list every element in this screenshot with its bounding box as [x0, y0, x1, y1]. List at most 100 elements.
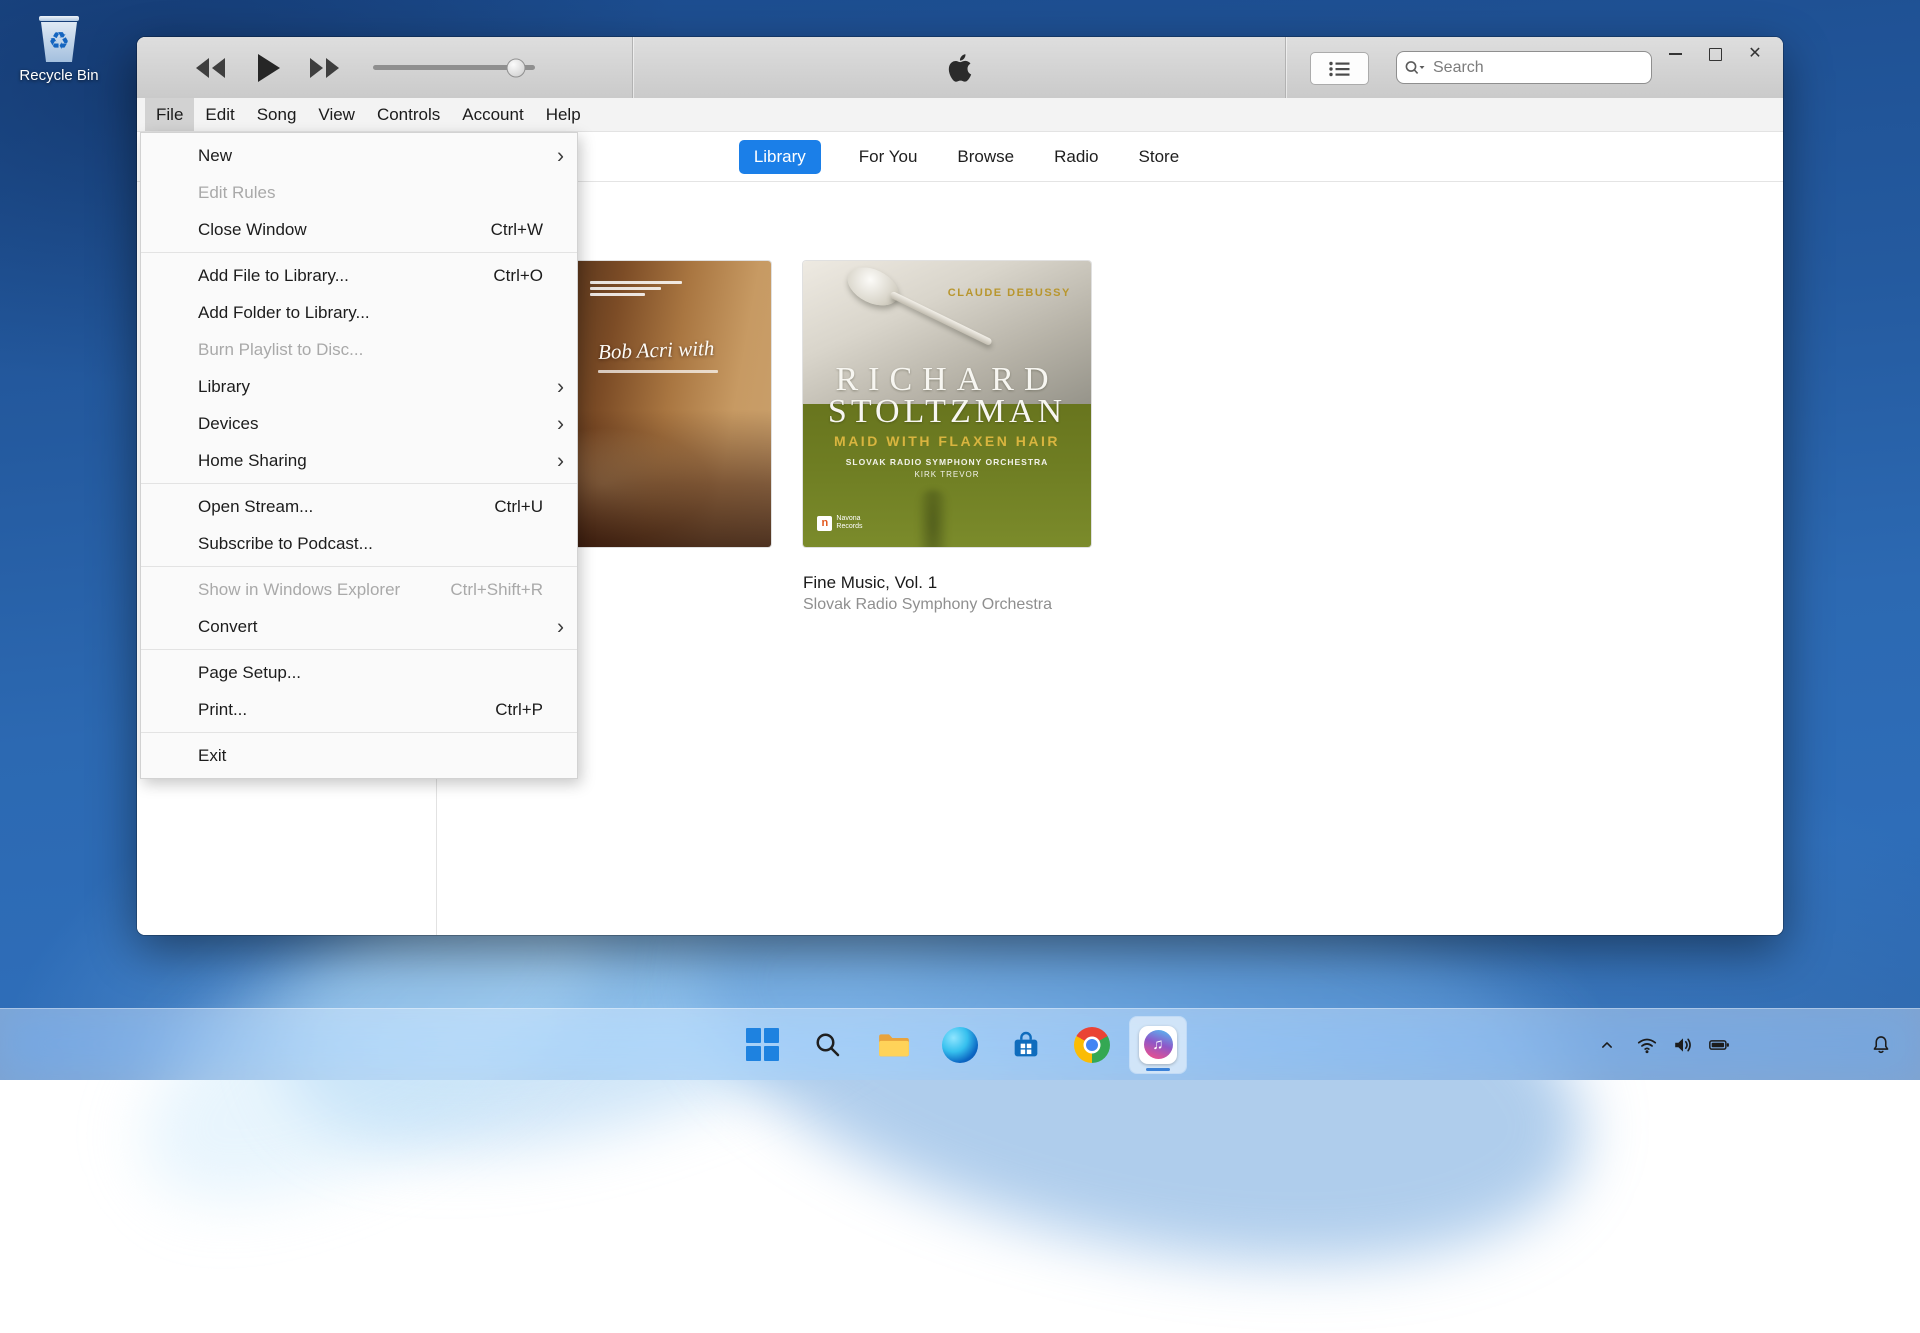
- album-artist[interactable]: Slovak Radio Symphony Orchestra: [803, 596, 1091, 614]
- fast-forward-button[interactable]: [305, 37, 343, 98]
- list-view-icon: [1328, 60, 1352, 78]
- menu-bar: File Edit Song View Controls Account Hel…: [137, 98, 1783, 132]
- menu-item-close-window[interactable]: Close Window Ctrl+W: [141, 211, 577, 248]
- microsoft-store-icon: [1010, 1029, 1042, 1061]
- view-as-list-button[interactable]: [1310, 52, 1369, 85]
- tray-status-cluster[interactable]: [1624, 1021, 1742, 1069]
- record-label-badge: n Navona Records: [817, 515, 878, 531]
- menu-item-home-sharing[interactable]: Home Sharing ›: [141, 442, 577, 479]
- tab-for-you[interactable]: For You: [857, 140, 920, 174]
- file-menu-dropdown: New › Edit Rules Close Window Ctrl+W Add…: [140, 132, 578, 779]
- titlebar-divider: [632, 37, 633, 98]
- cover-album-title: MAID WITH FLAXEN HAIR: [803, 433, 1091, 449]
- menu-item-shortcut: Ctrl+O: [493, 266, 543, 286]
- volume-slider-knob[interactable]: [506, 58, 525, 77]
- cover-small-line: [598, 370, 718, 373]
- minimize-button[interactable]: [1657, 40, 1693, 68]
- chevron-up-icon: [1597, 1035, 1617, 1055]
- play-icon: [257, 54, 281, 82]
- windows-logo-icon: [746, 1028, 779, 1061]
- menu-separator: [141, 252, 577, 253]
- menu-item-label: Home Sharing: [198, 451, 307, 471]
- menu-item-new[interactable]: New ›: [141, 137, 577, 174]
- menu-item-label: Edit Rules: [198, 183, 275, 203]
- menu-item-label: Show in Windows Explorer: [198, 580, 400, 600]
- search-icon: [813, 1030, 843, 1060]
- menu-item-add-folder-to-library[interactable]: Add Folder to Library...: [141, 294, 577, 331]
- tray-overflow-button[interactable]: [1590, 1025, 1624, 1065]
- menubar-item-edit[interactable]: Edit: [194, 98, 245, 131]
- file-explorer-button[interactable]: [866, 1017, 922, 1073]
- menu-item-label: Close Window: [198, 220, 307, 240]
- menu-item-convert[interactable]: Convert ›: [141, 608, 577, 645]
- menu-item-devices[interactable]: Devices ›: [141, 405, 577, 442]
- bell-icon: [1870, 1034, 1892, 1056]
- menu-item-label: Subscribe to Podcast...: [198, 534, 373, 554]
- menubar-item-view[interactable]: View: [307, 98, 366, 131]
- menubar-item-controls[interactable]: Controls: [366, 98, 451, 131]
- tab-library[interactable]: Library: [739, 140, 821, 174]
- menu-item-print[interactable]: Print... Ctrl+P: [141, 691, 577, 728]
- tab-radio[interactable]: Radio: [1052, 140, 1100, 174]
- play-button[interactable]: [249, 37, 289, 98]
- menu-item-shortcut: Ctrl+P: [495, 700, 543, 720]
- microsoft-store-button[interactable]: [998, 1017, 1054, 1073]
- cover-caption-lines: [590, 281, 682, 299]
- tab-store[interactable]: Store: [1137, 140, 1182, 174]
- menu-item-label: Convert: [198, 617, 258, 637]
- menu-item-subscribe-to-podcast[interactable]: Subscribe to Podcast...: [141, 525, 577, 562]
- search-box[interactable]: [1396, 51, 1652, 84]
- submenu-chevron-icon: ›: [557, 413, 564, 434]
- search-input[interactable]: [1431, 58, 1643, 78]
- menu-item-burn-playlist: Burn Playlist to Disc...: [141, 331, 577, 368]
- submenu-chevron-icon: ›: [557, 376, 564, 397]
- menu-item-add-file-to-library[interactable]: Add File to Library... Ctrl+O: [141, 257, 577, 294]
- album-title[interactable]: Fine Music, Vol. 1: [803, 573, 1091, 593]
- taskbar-search-button[interactable]: [800, 1017, 856, 1073]
- album-card-fine-music[interactable]: CLAUDE DEBUSSY RICHARD STOLTZMAN MAID WI…: [803, 261, 1091, 614]
- volume-slider[interactable]: [373, 65, 535, 70]
- maximize-button[interactable]: [1697, 40, 1733, 68]
- spoon-graphic: [835, 261, 1006, 374]
- album-cover-fine-music[interactable]: CLAUDE DEBUSSY RICHARD STOLTZMAN MAID WI…: [803, 261, 1091, 547]
- desktop-wallpaper: ♻ Recycle Bin: [0, 0, 1920, 1080]
- menu-item-label: Exit: [198, 746, 226, 766]
- menubar-item-account[interactable]: Account: [451, 98, 534, 131]
- menu-item-shortcut: Ctrl+Shift+R: [450, 580, 543, 600]
- rewind-icon: [195, 57, 227, 79]
- battery-icon: [1702, 1025, 1736, 1065]
- itunes-icon: ♫: [1139, 1026, 1177, 1064]
- menu-item-label: Print...: [198, 700, 247, 720]
- menubar-item-file[interactable]: File: [145, 98, 194, 131]
- menu-separator: [141, 483, 577, 484]
- menu-item-page-setup[interactable]: Page Setup...: [141, 654, 577, 691]
- taskbar: ♫: [0, 1008, 1920, 1080]
- itunes-button[interactable]: ♫: [1130, 1017, 1186, 1073]
- menu-item-library[interactable]: Library ›: [141, 368, 577, 405]
- close-button[interactable]: ✕: [1737, 40, 1773, 68]
- menu-item-exit[interactable]: Exit: [141, 737, 577, 774]
- volume-icon: [1666, 1025, 1700, 1065]
- menu-item-label: Open Stream...: [198, 497, 313, 517]
- file-explorer-icon: [877, 1030, 911, 1060]
- music-note-icon: ♫: [1152, 1037, 1163, 1052]
- menu-item-open-stream[interactable]: Open Stream... Ctrl+U: [141, 488, 577, 525]
- edge-button[interactable]: [932, 1017, 988, 1073]
- menubar-item-song[interactable]: Song: [246, 98, 308, 131]
- rewind-button[interactable]: [192, 37, 230, 98]
- tab-browse[interactable]: Browse: [955, 140, 1016, 174]
- menu-item-label: Library: [198, 377, 250, 397]
- menu-separator: [141, 732, 577, 733]
- title-bar[interactable]: ✕: [137, 37, 1783, 99]
- recycle-bin-icon: ♻: [14, 16, 104, 62]
- start-button[interactable]: [734, 1017, 790, 1073]
- recycle-bin-shortcut[interactable]: ♻ Recycle Bin: [14, 16, 104, 84]
- recycle-bin-label: Recycle Bin: [14, 67, 104, 84]
- cover-script-text: Bob Acri with: [598, 336, 715, 365]
- menubar-item-help[interactable]: Help: [535, 98, 592, 131]
- chrome-button[interactable]: [1064, 1017, 1120, 1073]
- clarinet-graphic: [918, 490, 948, 547]
- notifications-bell-button[interactable]: [1864, 1025, 1898, 1065]
- menu-item-label: Page Setup...: [198, 663, 301, 683]
- itunes-window: ✕ File Edit Song View Controls Account H…: [137, 37, 1783, 935]
